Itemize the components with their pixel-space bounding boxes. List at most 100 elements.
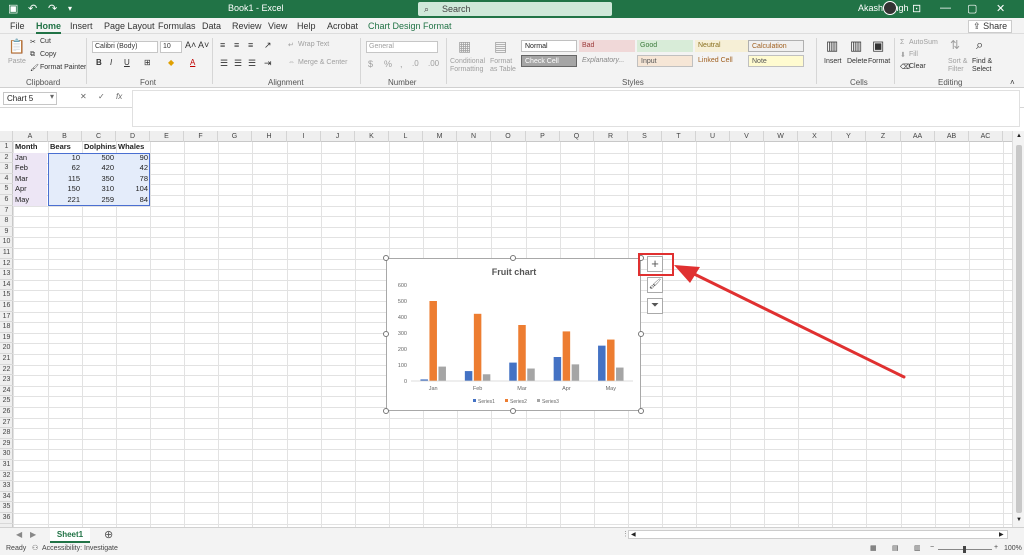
column-header[interactable]: P — [526, 131, 560, 142]
wrap-text-button[interactable]: Wrap Text — [298, 41, 329, 48]
column-header[interactable]: R — [594, 131, 628, 142]
comma-icon[interactable]: , — [400, 59, 403, 69]
indent-icon[interactable]: ⇥ — [264, 58, 272, 69]
bar-series3-mar[interactable] — [527, 368, 535, 381]
borders-icon[interactable]: ⊞ — [144, 58, 151, 67]
row-header[interactable]: 22 — [0, 365, 13, 376]
increase-decimal-icon[interactable]: .0 — [412, 59, 419, 68]
underline-icon[interactable]: U — [124, 58, 130, 67]
insert-cells-button[interactable]: Insert — [824, 58, 842, 65]
fill-button[interactable]: Fill — [909, 51, 918, 58]
column-header[interactable]: AB — [935, 131, 969, 142]
column-header[interactable]: F — [184, 131, 218, 142]
column-header[interactable]: S — [628, 131, 662, 142]
undo-icon[interactable]: ↶ — [28, 2, 37, 15]
align-bottom-icon[interactable]: ≡ — [248, 40, 253, 50]
row-header[interactable]: 11 — [0, 248, 13, 259]
row-header[interactable]: 15 — [0, 290, 13, 301]
column-header[interactable]: Q — [560, 131, 594, 142]
row-header[interactable]: 12 — [0, 259, 13, 270]
column-header[interactable]: O — [491, 131, 526, 142]
style-input[interactable]: Input — [637, 55, 693, 67]
sort-filter-button[interactable]: Sort & Filter — [948, 58, 970, 74]
chart-object[interactable]: Fruit chart 0 100 200 300 400 500 600 Jan Feb Ma… — [386, 258, 641, 411]
column-header[interactable]: G — [218, 131, 252, 142]
name-box[interactable]: Chart 5 — [3, 92, 57, 105]
row-header[interactable]: 18 — [0, 322, 13, 333]
row-header[interactable]: 31 — [0, 460, 13, 471]
tab-format[interactable]: Format — [423, 21, 452, 31]
style-good[interactable]: Good — [637, 40, 693, 52]
bar-series2-feb[interactable] — [473, 313, 482, 381]
row-header[interactable]: 35 — [0, 502, 13, 513]
close-icon[interactable]: ✕ — [996, 2, 1005, 15]
row-header[interactable]: 20 — [0, 343, 13, 354]
customize-qat-icon[interactable]: ▾ — [68, 4, 72, 13]
column-header[interactable]: B — [48, 131, 82, 142]
style-note[interactable]: Note — [748, 55, 804, 67]
row-header[interactable]: 26 — [0, 407, 13, 418]
cell[interactable]: 90 — [118, 153, 150, 164]
clear-button[interactable]: Clear — [909, 63, 926, 70]
bar-series3-feb[interactable] — [482, 374, 491, 381]
row-header[interactable]: 24 — [0, 386, 13, 397]
accessibility-status[interactable]: Accessibility: Investigate — [42, 545, 118, 552]
number-format-select[interactable]: General — [366, 41, 438, 53]
legend-entry[interactable]: Series2 — [510, 399, 527, 405]
font-size-select[interactable]: 10 — [160, 41, 182, 53]
cell[interactable]: 221 — [50, 195, 82, 206]
horizontal-scrollbar[interactable]: ◀ ▶ — [628, 530, 1008, 539]
normal-view-icon[interactable]: ▦ — [870, 544, 877, 552]
sheet-tab-sheet1[interactable]: Sheet1 — [50, 528, 90, 543]
bar-series3-apr[interactable] — [571, 364, 580, 381]
cell[interactable]: 420 — [84, 163, 116, 174]
row-header[interactable]: 36 — [0, 513, 13, 524]
row-header[interactable]: 23 — [0, 375, 13, 386]
format-painter-button[interactable]: Format Painter — [40, 64, 86, 71]
row-header[interactable]: 1 — [0, 142, 13, 153]
cell[interactable]: Feb — [15, 163, 48, 174]
column-header[interactable]: X — [798, 131, 832, 142]
resize-handle[interactable] — [510, 408, 516, 414]
cell[interactable]: 104 — [118, 184, 150, 195]
column-header[interactable]: AC — [969, 131, 1003, 142]
align-left-icon[interactable]: ☰ — [220, 58, 228, 69]
column-header[interactable]: N — [457, 131, 491, 142]
bar-series1-mar[interactable] — [509, 362, 517, 381]
collapse-ribbon-icon[interactable]: ˄ — [1010, 78, 1015, 87]
cell[interactable]: 500 — [84, 153, 116, 164]
column-header[interactable]: E — [150, 131, 184, 142]
cell[interactable]: 78 — [118, 174, 150, 185]
row-header[interactable]: 33 — [0, 481, 13, 492]
increase-font-icon[interactable]: A˄ — [185, 40, 196, 50]
autosum-button[interactable]: AutoSum — [909, 39, 938, 46]
style-linked-cell[interactable]: Linked Cell — [695, 55, 751, 67]
cell[interactable]: 310 — [84, 184, 116, 195]
tab-data[interactable]: Data — [202, 21, 221, 31]
style-calculation[interactable]: Calculation — [748, 40, 804, 52]
resize-handle[interactable] — [383, 331, 389, 337]
cell[interactable]: Whales — [118, 142, 150, 153]
row-header[interactable]: 27 — [0, 418, 13, 429]
column-header[interactable]: H — [252, 131, 287, 142]
ribbon-display-icon[interactable]: ⊡ — [912, 2, 921, 15]
tab-file[interactable]: File — [10, 21, 25, 31]
resize-handle[interactable] — [638, 331, 644, 337]
scroll-down-icon[interactable]: ▼ — [1016, 517, 1022, 523]
bar-series1-may[interactable] — [598, 345, 606, 381]
conditional-formatting-button[interactable]: Conditional Formatting — [450, 58, 490, 74]
row-header[interactable]: 19 — [0, 333, 13, 344]
row-header[interactable]: 28 — [0, 428, 13, 439]
bold-icon[interactable]: B — [96, 58, 102, 67]
find-select-button[interactable]: Find & Select — [972, 58, 998, 74]
formula-input[interactable] — [132, 90, 1020, 127]
scroll-thumb[interactable] — [1016, 145, 1022, 513]
save-icon[interactable]: ▣ — [8, 2, 18, 15]
maximize-icon[interactable]: ▢ — [967, 2, 977, 15]
column-header[interactable]: D — [116, 131, 150, 142]
row-header[interactable]: 8 — [0, 216, 13, 227]
enter-icon[interactable]: ✓ — [98, 92, 105, 101]
search-box[interactable]: ⌕ Search — [418, 2, 612, 16]
cell[interactable]: 115 — [50, 174, 82, 185]
column-header[interactable]: A — [13, 131, 48, 142]
